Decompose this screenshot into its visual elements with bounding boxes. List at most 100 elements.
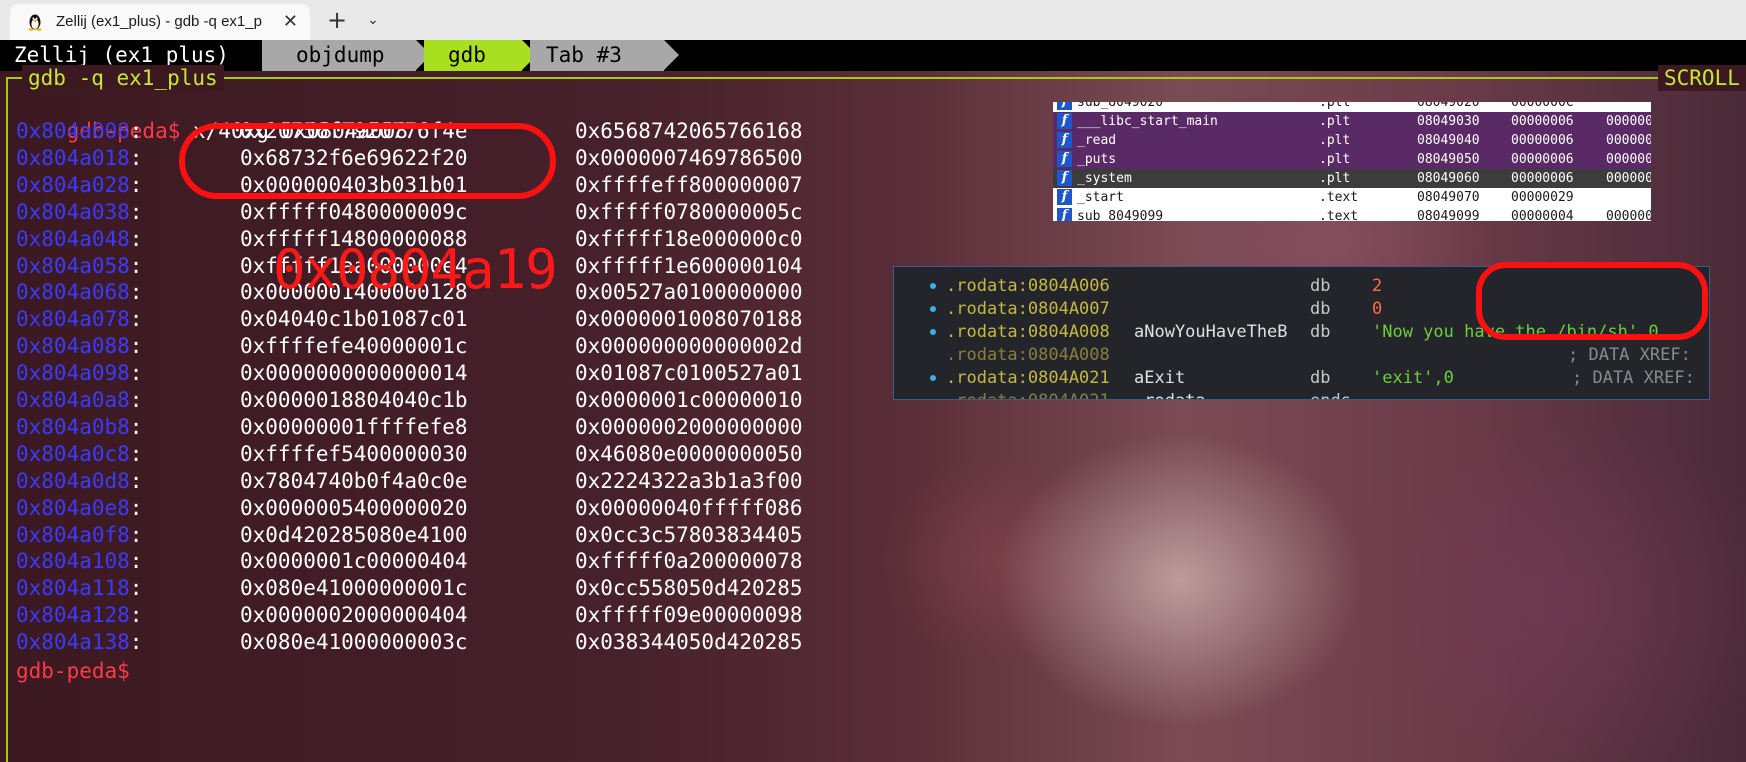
ida-rodata-label: aExit: [1134, 368, 1186, 388]
memory-value: 0x0000002000000404: [240, 603, 468, 628]
memory-value: 0x0000001008070188: [575, 307, 803, 332]
terminal-area[interactable]: Zellij (ex1_plus) objdump gdb Tab #3 gdb…: [0, 40, 1746, 762]
memory-row: 0x804a048: 0xfffff14800000088 0xfffff18e00…: [16, 226, 803, 251]
memory-address: 0x804a108: [16, 549, 130, 574]
ida-function-segment: .plt: [1319, 133, 1351, 148]
ida-rodata-row[interactable]: .rodata:0804A021 aExit db 'exit',0 ; DATA XR…: [894, 367, 1709, 390]
memory-address: 0x804a088: [16, 334, 130, 359]
memory-address: 0x804a118: [16, 576, 130, 601]
ida-function-name: _system: [1077, 171, 1132, 186]
ida-function-row[interactable]: f _read .plt 08049040 00000006 000000: [1053, 131, 1651, 150]
ida-function-name: _start: [1077, 190, 1124, 205]
ida-function-length: 00000006: [1511, 133, 1574, 148]
memory-value: 0x0000001c00000010: [575, 388, 803, 412]
memory-value: 0x01087c0100527a01: [575, 361, 803, 386]
ida-rodata-val: 0: [1372, 299, 1383, 319]
memory-value: 0x00000001ffffefe8: [240, 414, 468, 439]
ida-function-start: 08049040: [1417, 133, 1480, 148]
ida-function-row[interactable]: f _puts .plt 08049050 00000006 000000: [1053, 150, 1651, 169]
function-icon: f: [1057, 132, 1072, 148]
memory-row: 0x804a0a8: 0x0000018804040c1b 0x0000001c00…: [16, 388, 803, 412]
ida-function-start: 08049060: [1417, 171, 1480, 186]
memory-address: 0x804a028: [16, 172, 130, 197]
chevron-down-icon[interactable]: ⌄: [360, 4, 386, 36]
ida-function-name: sub_8049020: [1077, 102, 1164, 110]
function-icon: f: [1057, 189, 1072, 205]
ida-line-bullet: [930, 329, 936, 335]
memory-row: 0x804a0d8: 0x7804740b0f4a0c0e 0x2224322a3b…: [16, 468, 803, 493]
ida-rodata-dir: db: [1310, 276, 1331, 296]
memory-value: 0xfffff0480000009c: [240, 199, 468, 224]
ida-function-name: _read: [1077, 133, 1117, 148]
ida-rodata-row[interactable]: .rodata:0804A008 ; DATA XREF:: [894, 344, 1709, 367]
ida-rodata-addr: .rodata:0804A021: [946, 368, 1110, 388]
ida-rodata-cmt: ; DATA XREF:: [1568, 345, 1691, 365]
gdb-final-prompt: gdb-peda$: [16, 659, 130, 683]
memory-row: 0x804a138: 0x080e41000000003c 0x038344050d…: [16, 630, 803, 655]
memory-value: 0x0d420285080e4100: [240, 522, 468, 547]
memory-value: 0x0000018804040c1b: [240, 388, 468, 412]
ida-rodata-label: _rodata: [1134, 390, 1206, 399]
zellij-tab-3[interactable]: Tab #3: [530, 40, 664, 71]
ida-function-row[interactable]: f sub_8049099 .text 08049099 00000004 000000: [1053, 207, 1651, 221]
memory-row: 0x804a078: 0x04040c1b01087c01 0x0000001008…: [16, 307, 803, 332]
ida-function-length: 0000000C: [1511, 102, 1574, 110]
ida-function-row[interactable]: f _system .plt 08049060 00000006 000000: [1053, 169, 1651, 188]
ida-rodata-val: 2: [1372, 276, 1383, 296]
ida-function-length: 00000006: [1511, 152, 1574, 167]
memory-row: 0x804a128: 0x0000002000000404 0xfffff09e00…: [16, 603, 803, 628]
zellij-tab-bar: Zellij (ex1_plus) objdump gdb Tab #3: [0, 40, 1746, 71]
ida-line-bullet: [930, 283, 936, 289]
function-icon: f: [1057, 170, 1072, 186]
memory-address: 0x804a138: [16, 630, 130, 655]
memory-value: 0x2224322a3b1a3f00: [575, 468, 803, 493]
ida-rodata-label: aNowYouHaveTheB: [1134, 322, 1288, 342]
ida-function-length: 00000006: [1511, 171, 1574, 186]
memory-value: 0x038344050d420285: [575, 630, 803, 655]
ida-rodata-dir: db: [1310, 299, 1331, 319]
ida-rodata-cmt: ; DATA XREF:: [1572, 368, 1695, 388]
ida-function-row[interactable]: f _start .text 08049070 00000029: [1053, 188, 1651, 207]
ida-rodata-addr: .rodata:0804A006: [946, 276, 1110, 296]
memory-value: 0x7804740b0f4a0c0e: [240, 468, 468, 493]
ida-function-extra: 000000: [1606, 152, 1651, 167]
terminal-tab-title: Zellij (ex1_plus) - gdb -q ex1_p: [56, 13, 262, 30]
zellij-tab-objdump[interactable]: objdump: [262, 40, 416, 71]
memory-row: 0x804a038: 0xfffff0480000009c 0xfffff07800…: [16, 199, 803, 224]
ida-function-length: 00000029: [1511, 190, 1574, 205]
memory-address: 0x804a048: [16, 226, 130, 251]
new-tab-button[interactable]: +: [322, 4, 352, 36]
terminal-titlebar: Zellij (ex1_plus) - gdb -q ex1_p ✕ + ⌄: [0, 0, 1746, 40]
ida-function-start: 08049099: [1417, 209, 1480, 221]
ida-function-name: _puts: [1077, 152, 1117, 167]
ida-function-name: ___libc_start_main: [1077, 114, 1218, 129]
memory-value: 0x0000005400000020: [240, 495, 468, 520]
close-icon[interactable]: ✕: [283, 4, 298, 40]
memory-address: 0x804a058: [16, 253, 130, 278]
ida-function-row[interactable]: f sub_8049020 .plt 08049020 0000000C: [1053, 102, 1651, 112]
terminal-tab[interactable]: Zellij (ex1_plus) - gdb -q ex1_p ✕: [10, 4, 310, 40]
memory-address: 0x804a0f8: [16, 522, 130, 547]
function-icon: f: [1057, 102, 1072, 110]
memory-address: 0x804a0a8: [16, 388, 130, 412]
ida-rodata-dir: ends: [1310, 390, 1351, 399]
ida-rodata-addr: .rodata:0804A008: [946, 345, 1110, 365]
ida-function-segment: .plt: [1319, 171, 1351, 186]
memory-value: 0x00000040fffff086: [575, 495, 803, 520]
linux-penguin-icon: [28, 14, 42, 31]
ida-function-row[interactable]: f ___libc_start_main .plt 08049030 00000006 0…: [1053, 112, 1651, 131]
ida-rodata-row[interactable]: .rodata:0804A021 _rodata ends: [894, 390, 1709, 399]
ida-function-start: 08049020: [1417, 102, 1480, 110]
zellij-tab-gdb[interactable]: gdb: [424, 40, 522, 71]
memory-address: 0x804a0b8: [16, 414, 130, 439]
ida-line-bullet: [930, 306, 936, 312]
memory-row: 0x804a118: 0x080e41000000001c 0x0cc558050d…: [16, 576, 803, 601]
ida-rodata-val: 'exit',0: [1372, 368, 1454, 388]
pane-title: gdb -q ex1_plus: [22, 65, 224, 91]
ida-function-start: 08049070: [1417, 190, 1480, 205]
memory-row: 0x804a0c8: 0xffffef5400000030 0x46080e0000…: [16, 441, 803, 466]
memory-value: 0xfffff09e00000098: [575, 603, 803, 628]
pane-frame-top: [6, 77, 1746, 79]
ida-function-segment: .text: [1319, 190, 1359, 205]
ida-function-start: 08049030: [1417, 114, 1480, 129]
